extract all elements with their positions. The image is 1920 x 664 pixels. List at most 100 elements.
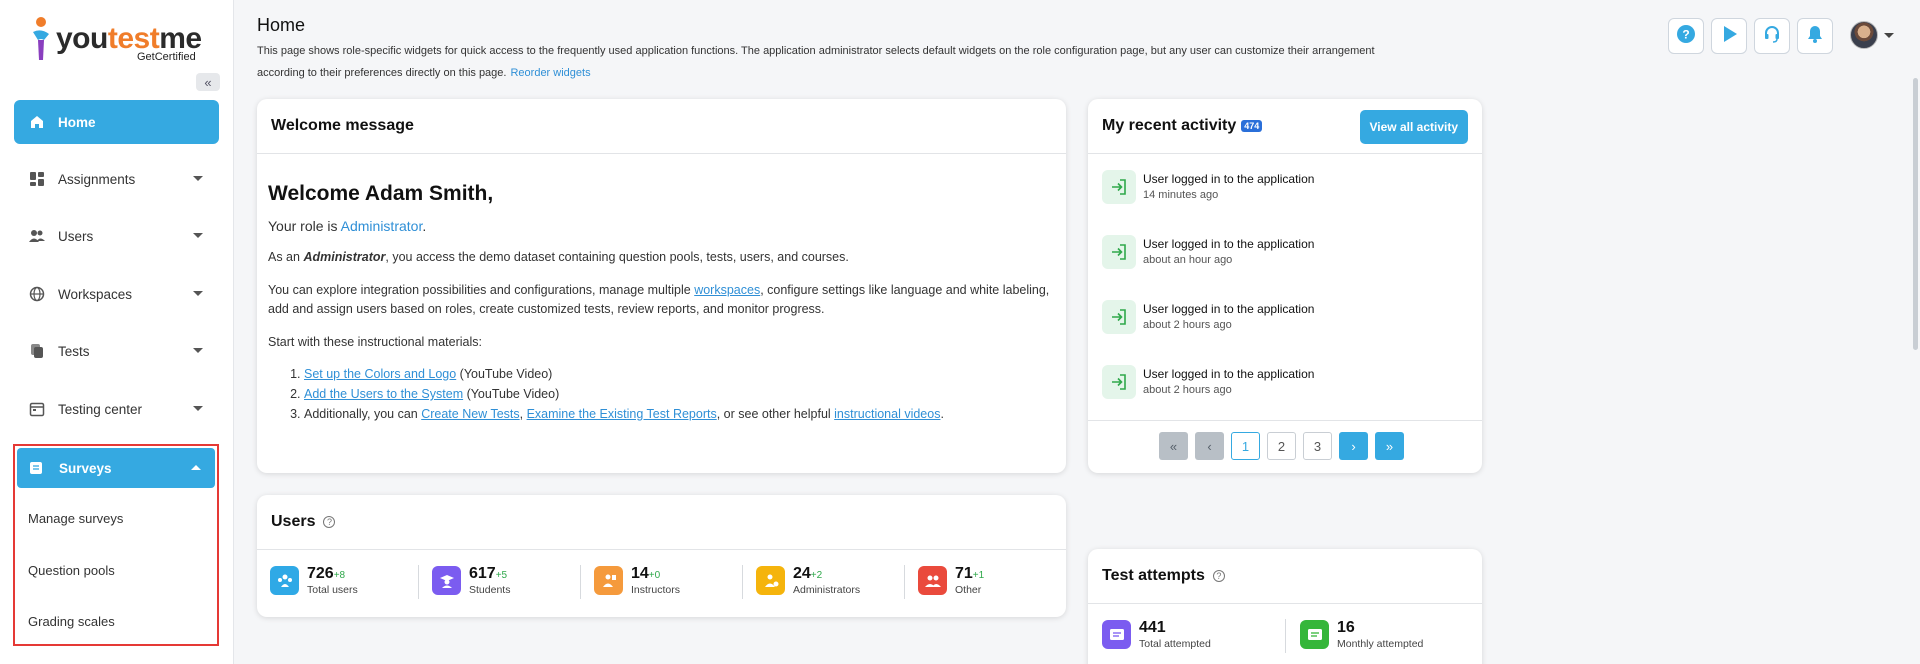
page-1-button[interactable]: 1: [1231, 432, 1260, 460]
support-button[interactable]: [1754, 18, 1790, 54]
users-widget-header: Users?: [257, 495, 1066, 550]
sidebar-item-label: Workspaces: [58, 286, 133, 302]
stat-label: Administrators: [793, 584, 861, 596]
last-page-button[interactable]: »: [1375, 432, 1404, 460]
activity-title: User logged in to the application: [1143, 367, 1315, 381]
activity-item: User logged in to the application about 2…: [1102, 300, 1314, 334]
page-2-button[interactable]: 2: [1267, 432, 1296, 460]
help-circle-icon[interactable]: ?: [1212, 570, 1225, 582]
sidebar-subitem-manage-surveys[interactable]: Manage surveys: [28, 511, 123, 526]
recent-activity-title: My recent activity: [1102, 117, 1237, 134]
tests-icon: [28, 342, 46, 360]
activity-item: User logged in to the application about a…: [1102, 235, 1314, 269]
prev-page-button[interactable]: ‹: [1195, 432, 1224, 460]
sidebar-item-workspaces[interactable]: Workspaces: [14, 272, 219, 316]
play-button[interactable]: [1711, 18, 1747, 54]
stat-value: 617: [469, 565, 496, 582]
stat-delta: +0: [648, 570, 661, 581]
divider: [742, 565, 743, 599]
sidebar-item-home[interactable]: Home: [14, 100, 219, 144]
chevron-down-icon: [193, 406, 203, 411]
test-reports-link[interactable]: Examine the Existing Test Reports: [527, 407, 717, 421]
colors-logo-link[interactable]: Set up the Colors and Logo: [304, 367, 456, 381]
page-description: This page shows role-specific widgets fo…: [257, 40, 1407, 84]
view-all-activity-button[interactable]: View all activity: [1359, 110, 1468, 144]
chevron-down-icon[interactable]: [1884, 33, 1894, 38]
calendar-icon: [28, 400, 46, 418]
stat-label: Other: [955, 584, 982, 596]
next-page-button[interactable]: ›: [1339, 432, 1368, 460]
add-users-link[interactable]: Add the Users to the System: [304, 387, 463, 401]
activity-pagination: « ‹ 1 2 3 › »: [1088, 420, 1482, 476]
welcome-role: Your role is Administrator.: [268, 218, 427, 234]
reorder-widgets-link[interactable]: Reorder widgets: [510, 67, 590, 79]
users-widget: Users? 726+8 Total users 617+5 Students 14…: [257, 495, 1066, 617]
welcome-greeting: Welcome Adam Smith,: [268, 182, 494, 205]
page-title: Home: [257, 15, 306, 35]
stat-delta: +5: [495, 570, 508, 581]
sidebar-item-assignments[interactable]: Assignments: [14, 157, 219, 201]
sidebar-item-users[interactable]: Users: [14, 214, 219, 258]
help-icon: ?: [1676, 24, 1696, 49]
list-item: Set up the Colors and Logo (YouTube Vide…: [304, 364, 1055, 384]
stat-delta: +1: [972, 570, 985, 581]
activity-title: User logged in to the application: [1143, 302, 1315, 316]
test-attempts-header: Test attempts?: [1088, 549, 1482, 604]
double-chevron-left-icon: «: [204, 74, 212, 90]
stat-administrators: 24+2 Administrators: [756, 565, 860, 596]
avatar[interactable]: [1850, 21, 1878, 49]
bell-icon: [1805, 24, 1825, 49]
stat-value: 16: [1337, 619, 1355, 636]
scrollbar[interactable]: [1913, 78, 1918, 350]
stat-delta: +8: [333, 570, 346, 581]
sidebar-item-surveys[interactable]: Surveys: [17, 448, 215, 488]
chevron-down-icon: [193, 348, 203, 353]
instructional-videos-link[interactable]: instructional videos: [834, 407, 940, 421]
home-icon: [28, 113, 46, 131]
sidebar-item-testing-center[interactable]: Testing center: [14, 387, 219, 431]
divider: [904, 565, 905, 599]
stat-label: Monthly attempted: [1337, 638, 1424, 650]
sidebar-item-tests[interactable]: Tests: [14, 329, 219, 373]
page-3-button[interactable]: 3: [1303, 432, 1332, 460]
users-icon: [28, 227, 46, 245]
headset-icon: [1762, 24, 1782, 49]
instructor-icon: [594, 566, 623, 595]
sidebar-item-label: Testing center: [58, 401, 143, 417]
sidebar-item-label: Surveys: [59, 460, 112, 476]
admin-icon: [756, 566, 785, 595]
sidebar: youtestme GetCertified « Home Assignment…: [0, 0, 234, 664]
divider: [418, 565, 419, 599]
stat-label: Students: [469, 584, 511, 596]
sidebar-subitem-grading-scales[interactable]: Grading scales: [28, 614, 115, 629]
stat-value: 441: [1139, 619, 1166, 636]
chevron-down-icon: [193, 176, 203, 181]
activity-item: User logged in to the application about 2…: [1102, 365, 1314, 399]
student-icon: [432, 566, 461, 595]
stat-value: 71: [955, 565, 973, 582]
users-other-icon: [918, 566, 947, 595]
notifications-button[interactable]: [1797, 18, 1833, 54]
stat-label: Total attempted: [1139, 638, 1211, 650]
help-button[interactable]: ?: [1668, 18, 1704, 54]
recent-activity-header: My recent activity 474 View all activity: [1088, 99, 1482, 154]
activity-count-badge: 474: [1241, 120, 1263, 132]
create-tests-link[interactable]: Create New Tests: [421, 407, 519, 421]
first-page-button[interactable]: «: [1159, 432, 1188, 460]
workspaces-link[interactable]: workspaces: [694, 283, 760, 297]
stat-label: Instructors: [631, 584, 681, 596]
dashboard-icon: [28, 170, 46, 188]
globe-icon: [28, 285, 46, 303]
attempts-icon: [1102, 620, 1131, 649]
sidebar-item-label: Users: [58, 228, 94, 244]
stat-value: 14: [631, 565, 649, 582]
collapse-sidebar-button[interactable]: «: [196, 73, 220, 91]
list-item: Additionally, you can Create New Tests, …: [304, 404, 1055, 424]
activity-time: about 2 hours ago: [1143, 319, 1232, 331]
recent-activity-widget: My recent activity 474 View all activity …: [1088, 99, 1482, 473]
sidebar-item-label: Assignments: [58, 171, 136, 187]
login-icon: [1102, 170, 1136, 204]
help-circle-icon[interactable]: ?: [323, 516, 336, 528]
sidebar-subitem-question-pools[interactable]: Question pools: [28, 563, 115, 578]
stat-value: 726: [307, 565, 334, 582]
